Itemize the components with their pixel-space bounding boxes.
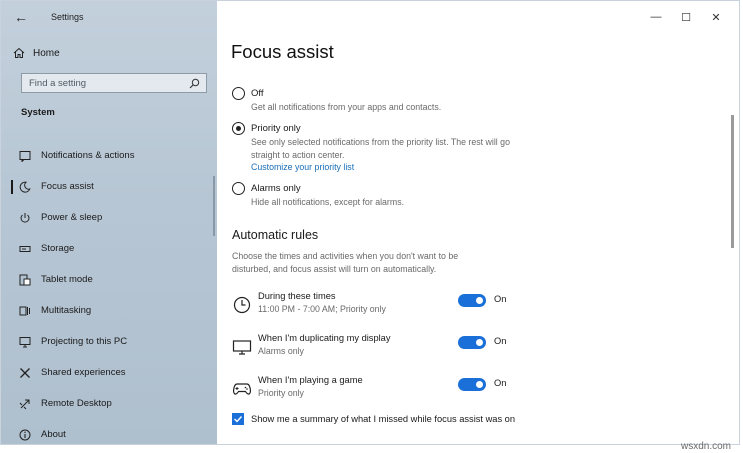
search-input[interactable]: [29, 77, 179, 89]
summary-checkbox[interactable]: [232, 413, 244, 425]
main-scrollbar[interactable]: [731, 115, 734, 248]
maximize-icon: ☐: [681, 11, 691, 24]
sidebar-item-focus-assist[interactable]: Focus assist: [1, 171, 217, 202]
title-bar: ← Settings: [1, 1, 217, 33]
option-description: Hide all notifications, except for alarm…: [251, 197, 405, 207]
maximize-button[interactable]: ☐: [671, 8, 701, 26]
sidebar-item-storage[interactable]: Storage: [1, 233, 217, 264]
back-button[interactable]: ←: [1, 1, 41, 33]
toggle-during-these-times[interactable]: [458, 294, 486, 307]
home-label: Home: [33, 47, 60, 59]
page-title: Focus assist: [231, 41, 334, 62]
toggle-state-label: On: [494, 294, 507, 304]
window-controls: — ☐ ✕: [641, 8, 731, 26]
sidebar-nav: Notifications & actions Focus assist Pow…: [1, 140, 217, 444]
sidebar-item-label: Focus assist: [41, 181, 94, 192]
info-icon: [19, 427, 41, 443]
shared-experiences-icon: [19, 365, 41, 381]
toggle-state-label: On: [494, 336, 507, 346]
sidebar-item-power-sleep[interactable]: Power & sleep: [1, 202, 217, 233]
option-description: See only selected notifications from the…: [251, 137, 510, 160]
monitor-icon: [231, 336, 253, 358]
sidebar-item-shared-experiences[interactable]: Shared experiences: [1, 357, 217, 388]
close-button[interactable]: ✕: [701, 8, 731, 26]
summary-checkbox-label: Show me a summary of what I missed while…: [251, 414, 516, 424]
rule-during-these-times[interactable]: During these times 11:00 PM - 7:00 AM; P…: [231, 291, 531, 319]
option-description: Get all notifications from your apps and…: [251, 102, 442, 112]
sidebar-item-label: Power & sleep: [41, 212, 103, 223]
automatic-rules-heading: Automatic rules: [232, 228, 319, 242]
sidebar-item-about[interactable]: About: [1, 419, 217, 444]
option-off[interactable]: Off Get all notifications from your apps…: [232, 87, 513, 114]
sidebar-item-notifications[interactable]: Notifications & actions: [1, 140, 217, 171]
sidebar-item-label: Tablet mode: [41, 274, 93, 285]
rule-subtitle: Alarms only: [258, 346, 304, 356]
toggle-duplicating-display[interactable]: [458, 336, 486, 349]
tablet-mode-icon: [19, 272, 41, 288]
option-label: Off: [251, 88, 264, 99]
sidebar-scrollbar[interactable]: [213, 176, 215, 236]
focus-moon-icon: [19, 179, 41, 195]
option-label: Alarms only: [251, 183, 301, 194]
sidebar-item-label: Remote Desktop: [41, 398, 112, 409]
multitasking-icon: [19, 303, 41, 319]
close-icon: ✕: [711, 11, 721, 24]
customize-priority-list-link[interactable]: Customize your priority list: [251, 161, 513, 174]
sidebar-item-projecting[interactable]: Projecting to this PC: [1, 326, 217, 357]
rule-title: During these times: [258, 291, 336, 301]
storage-icon: [19, 241, 41, 257]
search-box[interactable]: [21, 73, 207, 93]
sidebar-item-remote-desktop[interactable]: Remote Desktop: [1, 388, 217, 419]
main-content: — ☐ ✕ Focus assist Off Get all notificat…: [217, 1, 739, 444]
minimize-icon: —: [650, 11, 662, 23]
sidebar-item-label: Storage: [41, 243, 75, 254]
rule-playing-game[interactable]: When I'm playing a game Priority only On: [231, 375, 531, 403]
sidebar: ← Settings Home System Notifications & a…: [1, 1, 217, 444]
rule-duplicating-display[interactable]: When I'm duplicating my display Alarms o…: [231, 333, 531, 361]
sidebar-item-label: Shared experiences: [41, 367, 126, 378]
rule-title: When I'm duplicating my display: [258, 333, 391, 343]
back-arrow-icon: ←: [14, 9, 28, 25]
power-icon: [19, 210, 41, 226]
automatic-rules-description: Choose the times and activities when you…: [232, 251, 459, 274]
home-link[interactable]: Home: [13, 44, 60, 62]
checkmark-icon: [234, 416, 243, 423]
radio-priority-only[interactable]: [232, 122, 245, 135]
toggle-playing-game[interactable]: [458, 378, 486, 391]
summary-checkbox-row[interactable]: Show me a summary of what I missed while…: [232, 413, 515, 425]
minimize-button[interactable]: —: [641, 8, 671, 26]
sidebar-item-multitasking[interactable]: Multitasking: [1, 295, 217, 326]
section-label-system: System: [21, 107, 55, 118]
watermark: wsxdn.com: [680, 441, 731, 452]
option-label: Priority only: [251, 123, 301, 134]
sidebar-item-label: Multitasking: [41, 305, 92, 316]
home-icon: [13, 45, 33, 61]
option-alarms-only[interactable]: Alarms only Hide all notifications, exce…: [232, 182, 513, 209]
sidebar-item-tablet-mode[interactable]: Tablet mode: [1, 264, 217, 295]
sidebar-item-label: About: [41, 429, 66, 440]
settings-window: ← Settings Home System Notifications & a…: [0, 0, 740, 445]
rule-subtitle: 11:00 PM - 7:00 AM; Priority only: [258, 304, 386, 314]
rule-subtitle: Priority only: [258, 388, 304, 398]
app-title: Settings: [51, 12, 84, 22]
sidebar-item-label: Projecting to this PC: [41, 336, 128, 347]
radio-off[interactable]: [232, 87, 245, 100]
clock-icon: [231, 294, 253, 316]
option-priority-only[interactable]: Priority only See only selected notifica…: [232, 122, 513, 174]
sidebar-item-label: Notifications & actions: [41, 150, 135, 161]
projecting-icon: [19, 334, 41, 350]
notifications-icon: [19, 148, 41, 164]
rule-title: When I'm playing a game: [258, 375, 363, 385]
radio-alarms-only[interactable]: [232, 182, 245, 195]
search-icon[interactable]: [188, 77, 200, 89]
remote-desktop-icon: [19, 396, 41, 412]
toggle-state-label: On: [494, 378, 507, 388]
gamepad-icon: [231, 378, 253, 400]
